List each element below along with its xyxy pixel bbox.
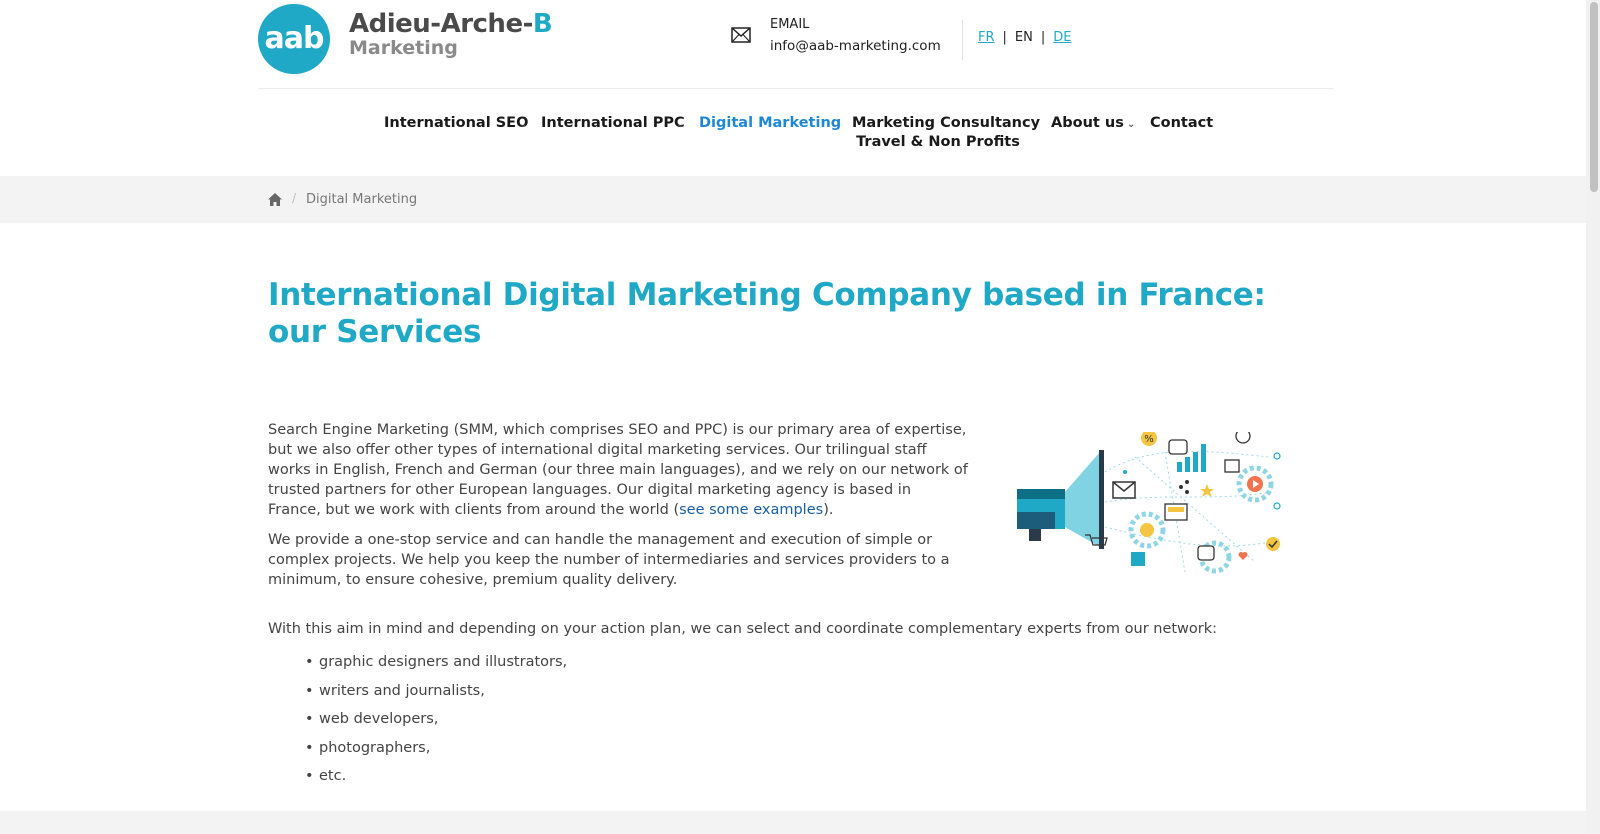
site-header: aab Adieu-Arche-B Marketing EMAIL info@a… (0, 0, 1586, 88)
page-scrollbar[interactable] (1586, 0, 1600, 834)
main-nav: International SEO ⌄ International PPC ⌄ Di… (0, 114, 1586, 164)
lang-separator: | (1040, 30, 1046, 45)
email-label: EMAIL (770, 17, 810, 32)
list-item: graphic designers and illustrators, (305, 652, 567, 681)
brand-wordmark[interactable]: Adieu-Arche-B Marketing (349, 9, 553, 59)
list-item: writers and journalists, (305, 681, 567, 710)
digital-marketing-illustration: % (1017, 432, 1281, 574)
mail-icon (731, 27, 751, 43)
footer-band (0, 811, 1586, 834)
list-item: photographers, (305, 738, 567, 767)
see-examples-link[interactable]: see some examples (679, 502, 823, 518)
header-divider-line (258, 88, 1334, 89)
chevron-down-icon: ⌄ (519, 119, 528, 130)
nav-about-us[interactable]: About us ⌄ (1051, 114, 1135, 133)
breadcrumb-separator: / (292, 191, 297, 205)
list-item: etc. (305, 766, 567, 795)
nav-international-seo[interactable]: International SEO ⌄ (384, 114, 528, 133)
nav-marketing-consultancy[interactable]: Marketing Consultancy Travel & Non Profi… (852, 114, 1040, 152)
nav-digital-marketing[interactable]: Digital Marketing (699, 114, 841, 133)
home-icon[interactable] (268, 193, 282, 206)
service-paragraph: We provide a one-stop service and can ha… (268, 532, 950, 588)
svg-text:%: % (1144, 434, 1154, 445)
network-paragraph: With this aim in mind and depending on y… (268, 621, 1218, 637)
brand-subtitle: Marketing (349, 37, 458, 59)
brand-name: Adieu-Arche-B (349, 9, 553, 39)
lang-en-current: EN (1014, 30, 1033, 45)
experts-list: graphic designers and illustrators, writ… (305, 652, 567, 795)
breadcrumb-current: Digital Marketing (306, 192, 418, 207)
breadcrumb: / Digital Marketing (0, 176, 1586, 223)
email-link[interactable]: info@aab-marketing.com (770, 38, 941, 54)
logo-mark[interactable]: aab (258, 4, 330, 74)
nav-international-ppc[interactable]: International PPC ⌄ (541, 114, 685, 133)
chevron-down-icon: ⌄ (676, 119, 685, 130)
language-switcher: FR | EN | DE (978, 30, 1071, 45)
header-divider (962, 20, 963, 60)
scrollbar-thumb[interactable] (1590, 2, 1598, 192)
chevron-down-icon: ⌄ (1127, 119, 1136, 130)
page-title: International Digital Marketing Company … (268, 277, 1266, 350)
logo-text: aab (264, 20, 325, 56)
intro-paragraph: Search Engine Marketing (SMM, which comp… (268, 422, 968, 518)
lang-fr-link[interactable]: FR (978, 30, 995, 45)
lang-separator: | (1002, 30, 1007, 45)
nav-contact[interactable]: Contact (1150, 114, 1213, 133)
list-item: web developers, (305, 709, 567, 738)
lang-de-link[interactable]: DE (1053, 30, 1071, 45)
